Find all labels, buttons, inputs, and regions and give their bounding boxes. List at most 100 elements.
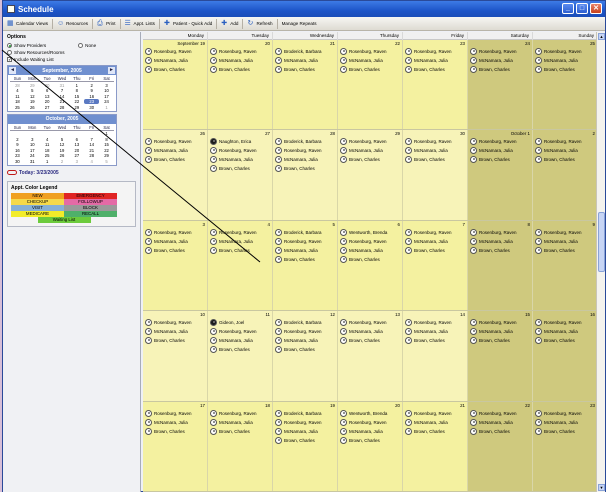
appointment-item[interactable]: Brown, Charles (275, 164, 335, 173)
appointment-item[interactable]: McNamara, Julia (145, 418, 205, 427)
appointment-item[interactable]: McNamara, Julia (470, 327, 530, 336)
appointment-item[interactable]: McNamara, Julia (275, 427, 335, 436)
day-cell[interactable]: 30 Rosenburg, Raven McNamara, Julia Brown, … (403, 130, 468, 220)
mini-day[interactable]: 29 (25, 83, 40, 88)
mini-day[interactable]: 21 (55, 99, 70, 104)
day-cell[interactable]: 23 Rosenburg, Raven McNamara, Julia Brown, … (533, 401, 598, 491)
mini-day[interactable]: 18 (40, 148, 55, 153)
mini-day[interactable]: 20 (40, 99, 55, 104)
day-cell[interactable]: 29 Rosenburg, Raven McNamara, Julia Brown, … (338, 130, 403, 220)
appointment-item[interactable]: Rosenburg, Raven (210, 409, 270, 418)
mini-day[interactable]: 18 (10, 99, 25, 104)
appointment-item[interactable]: Brown, Charles (145, 65, 205, 74)
appointment-item[interactable]: Brown, Charles (210, 65, 270, 74)
mini-day[interactable]: 16 (84, 94, 99, 99)
mini-day[interactable]: 3 (25, 137, 40, 142)
mini-day[interactable]: 4 (84, 159, 99, 164)
appointment-item[interactable]: Brown, Charles (145, 155, 205, 164)
appointment-item[interactable]: Wentworth, Brenda (340, 228, 400, 237)
appointment-item[interactable]: Rosenburg, Raven (470, 137, 530, 146)
mini-day[interactable]: 8 (99, 137, 114, 142)
toolbar-patient-quick-add-button[interactable]: ✚ Patient - Quick Add (162, 20, 214, 28)
appointment-item[interactable]: Rosenburg, Raven (340, 47, 400, 56)
appointment-item[interactable]: Brown, Charles (145, 427, 205, 436)
scroll-thumb[interactable] (598, 212, 605, 272)
appointment-item[interactable]: McNamara, Julia (145, 327, 205, 336)
appointment-item[interactable]: Broderick, Barbara (275, 137, 335, 146)
day-cell[interactable]: 2 Rosenburg, Raven McNamara, Julia Brown, C… (533, 130, 598, 220)
mini-day[interactable]: 30 (84, 105, 99, 110)
mini-day[interactable]: 13 (40, 94, 55, 99)
appointment-item[interactable]: Brown, Charles (340, 436, 400, 445)
appointment-item[interactable]: McNamara, Julia (405, 56, 465, 65)
day-cell[interactable]: 16 Rosenburg, Raven McNamara, Julia Brown, … (533, 311, 598, 401)
appointment-item[interactable]: McNamara, Julia (535, 146, 595, 155)
mini-day[interactable]: 6 (69, 137, 84, 142)
appointment-item[interactable]: Brown, Charles (210, 427, 270, 436)
appointment-item[interactable]: Rosenburg, Raven (535, 318, 595, 327)
appointment-item[interactable]: Brown, Charles (210, 246, 270, 255)
appointment-item[interactable]: Rosenburg, Raven (340, 418, 400, 427)
appointment-item[interactable]: McNamara, Julia (340, 146, 400, 155)
day-cell[interactable]: 15 Rosenburg, Raven McNamara, Julia Brown, … (468, 311, 533, 401)
mini-day[interactable]: 23 (84, 99, 100, 104)
day-cell[interactable]: 6 Wentworth, Brenda Rosenburg, Raven McNama… (338, 220, 403, 311)
mini-day[interactable]: 31 (55, 83, 70, 88)
mini-day[interactable]: 2 (10, 137, 25, 142)
appointment-item[interactable]: Rosenburg, Raven (535, 47, 595, 56)
day-cell[interactable]: 23 Rosenburg, Raven McNamara, Julia Brown, … (403, 40, 468, 130)
toolbar-calendar-views-button[interactable]: ▦ Calendar Views (5, 20, 50, 28)
toolbar-refresh-button[interactable]: ↻ Refresh (245, 20, 274, 28)
maximize-button[interactable]: □ (576, 3, 588, 14)
appointment-item[interactable]: Brown, Charles (340, 155, 400, 164)
appointment-item[interactable]: Rosenburg, Raven (340, 318, 400, 327)
mini-day[interactable]: 24 (25, 153, 40, 158)
mini-day[interactable]: 22 (99, 148, 114, 153)
appointment-item[interactable]: Rosenburg, Raven (470, 409, 530, 418)
day-cell[interactable]: 26 Rosenburg, Raven McNamara, Julia Brown, … (143, 130, 208, 220)
appointment-item[interactable]: Rosenburg, Raven (470, 318, 530, 327)
appointment-item[interactable]: Naughton, Erica (210, 137, 270, 146)
appointment-item[interactable]: Rosenburg, Raven (340, 237, 400, 246)
mini-day[interactable]: 4 (10, 88, 25, 93)
day-cell[interactable]: 8 Rosenburg, Raven McNamara, Julia Brown, C… (468, 220, 533, 311)
day-cell[interactable]: 10 Rosenburg, Raven McNamara, Julia Brown, … (143, 311, 208, 401)
appointment-item[interactable]: Rosenburg, Raven (210, 47, 270, 56)
mini-day[interactable]: 27 (69, 153, 84, 158)
mini-day[interactable]: 5 (25, 88, 40, 93)
mini-day[interactable]: 1 (99, 131, 114, 136)
toolbar-print-button[interactable]: ⎙ Print (95, 20, 117, 28)
show-resources-radio[interactable] (7, 50, 12, 55)
mini-day[interactable]: 28 (84, 153, 99, 158)
appointment-item[interactable]: Brown, Charles (210, 164, 270, 173)
appointment-item[interactable]: Rosenburg, Raven (405, 409, 465, 418)
appointment-item[interactable]: McNamara, Julia (535, 56, 595, 65)
appointment-item[interactable]: McNamara, Julia (145, 237, 205, 246)
day-cell[interactable]: 17 Rosenburg, Raven McNamara, Julia Brown, … (143, 401, 208, 491)
mini-day[interactable]: 17 (25, 148, 40, 153)
appointment-item[interactable]: McNamara, Julia (470, 56, 530, 65)
mini-day[interactable]: 9 (10, 142, 25, 147)
appointment-item[interactable]: McNamara, Julia (210, 237, 270, 246)
mini-day[interactable]: 7 (55, 88, 70, 93)
mini-day[interactable]: 5 (99, 159, 114, 164)
day-cell[interactable]: September 19 Rosenburg, Raven McNamara, Ju… (143, 40, 208, 130)
appointment-item[interactable]: Rosenburg, Raven (470, 228, 530, 237)
day-cell[interactable]: 5 Broderick, Barbara Rosenburg, Raven McNam… (273, 220, 338, 311)
day-cell[interactable]: 12 Broderick, Barbara Rosenburg, Raven McNa… (273, 311, 338, 401)
vertical-scrollbar[interactable]: ▲ ▼ (596, 32, 605, 492)
mini-day[interactable]: 14 (84, 142, 99, 147)
appointment-item[interactable]: Brown, Charles (145, 246, 205, 255)
toolbar-manage-repeats-button[interactable]: Manage Repeats (280, 21, 319, 26)
day-cell[interactable]: 21 Rosenburg, Raven McNamara, Julia Brown, … (403, 401, 468, 491)
appointment-item[interactable]: McNamara, Julia (145, 146, 205, 155)
mini-day[interactable]: 19 (25, 99, 40, 104)
appointment-item[interactable]: Rosenburg, Raven (275, 327, 335, 336)
appointment-item[interactable]: Rosenburg, Raven (340, 137, 400, 146)
mini-day[interactable]: 26 (25, 105, 40, 110)
mini-day[interactable] (10, 131, 25, 136)
appointment-item[interactable]: Brown, Charles (470, 246, 530, 255)
appointment-item[interactable]: Broderick, Barbara (275, 47, 335, 56)
mini-day[interactable]: 29 (99, 153, 114, 158)
appointment-item[interactable]: Brown, Charles (535, 427, 595, 436)
